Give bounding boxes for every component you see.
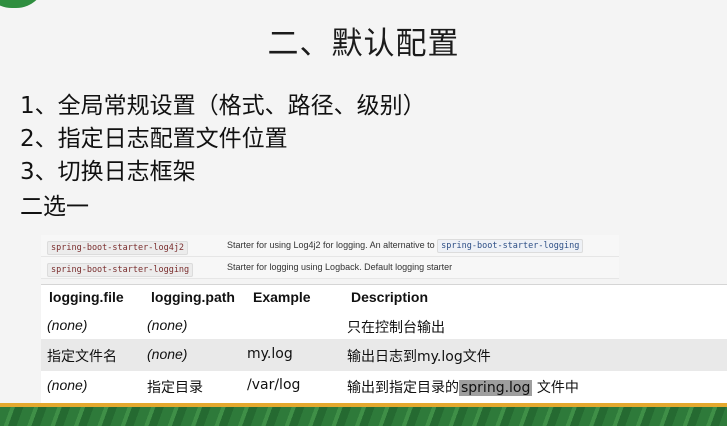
table-cell: 指定文件名 [47, 349, 117, 365]
description-text: 输出到指定目录的 [347, 380, 459, 396]
point-item: 3、切换日志框架 [20, 159, 196, 185]
table-cell: (none) [147, 346, 188, 362]
starter-row: spring-boot-starter-logging Starter for … [41, 257, 619, 279]
point-list: 1、全局常规设置（格式、路径、级别） 2、指定日志配置文件位置 3、切换日志框架… [20, 90, 426, 224]
config-table: logging.file logging.path Example Descri… [41, 284, 727, 403]
table-row: 指定文件名 (none) my.log 输出日志到my.log文件 [41, 339, 727, 371]
slide-title: 二、默认配置 [267, 26, 460, 62]
table-cell: 输出日志到my.log文件 [347, 349, 491, 365]
starter-name: spring-boot-starter-log4j2 [47, 241, 189, 255]
table-header: logging.file logging.path Example Descri… [41, 289, 727, 311]
starter-description: Starter for logging using Logback. Defau… [227, 262, 453, 272]
point-item: 2、指定日志配置文件位置 [20, 126, 288, 152]
column-header: Description [351, 289, 429, 305]
highlighted-filename: spring.log [459, 380, 533, 396]
table-cell: 输出到指定目录的 spring.log 文件中 [347, 377, 579, 397]
table-cell: (none) [47, 377, 88, 393]
table-cell: (none) [147, 317, 188, 333]
footer-stripe-green [0, 407, 727, 426]
description-suffix: 文件中 [532, 380, 579, 396]
table-cell: my.log [247, 346, 293, 362]
starter-description: Starter for using Log4j2 for logging. An… [227, 240, 435, 250]
table-cell: 只在控制台输出 [347, 320, 445, 336]
note-text: 二选一 [20, 194, 89, 220]
table-row: (none) (none) 只在控制台输出 [41, 315, 727, 339]
starter-name: spring-boot-starter-logging [47, 263, 194, 277]
slide: 二、默认配置 1、全局常规设置（格式、路径、级别） 2、指定日志配置文件位置 3… [0, 0, 727, 426]
table-cell: /var/log [247, 377, 301, 393]
table-row: (none) 指定目录 /var/log 输出到指定目录的 spring.log … [41, 373, 727, 401]
starter-ref: spring-boot-starter-logging [437, 239, 584, 253]
starter-table: spring-boot-starter-log4j2 Starter for u… [41, 235, 619, 279]
table-cell: (none) [47, 317, 88, 333]
point-item: 1、全局常规设置（格式、路径、级别） [20, 93, 426, 119]
logo [0, 0, 46, 8]
column-header: logging.file [49, 289, 124, 305]
table-cell: 指定目录 [147, 380, 203, 396]
starter-row: spring-boot-starter-log4j2 Starter for u… [41, 235, 619, 257]
column-header: logging.path [151, 289, 235, 305]
column-header: Example [253, 289, 311, 305]
